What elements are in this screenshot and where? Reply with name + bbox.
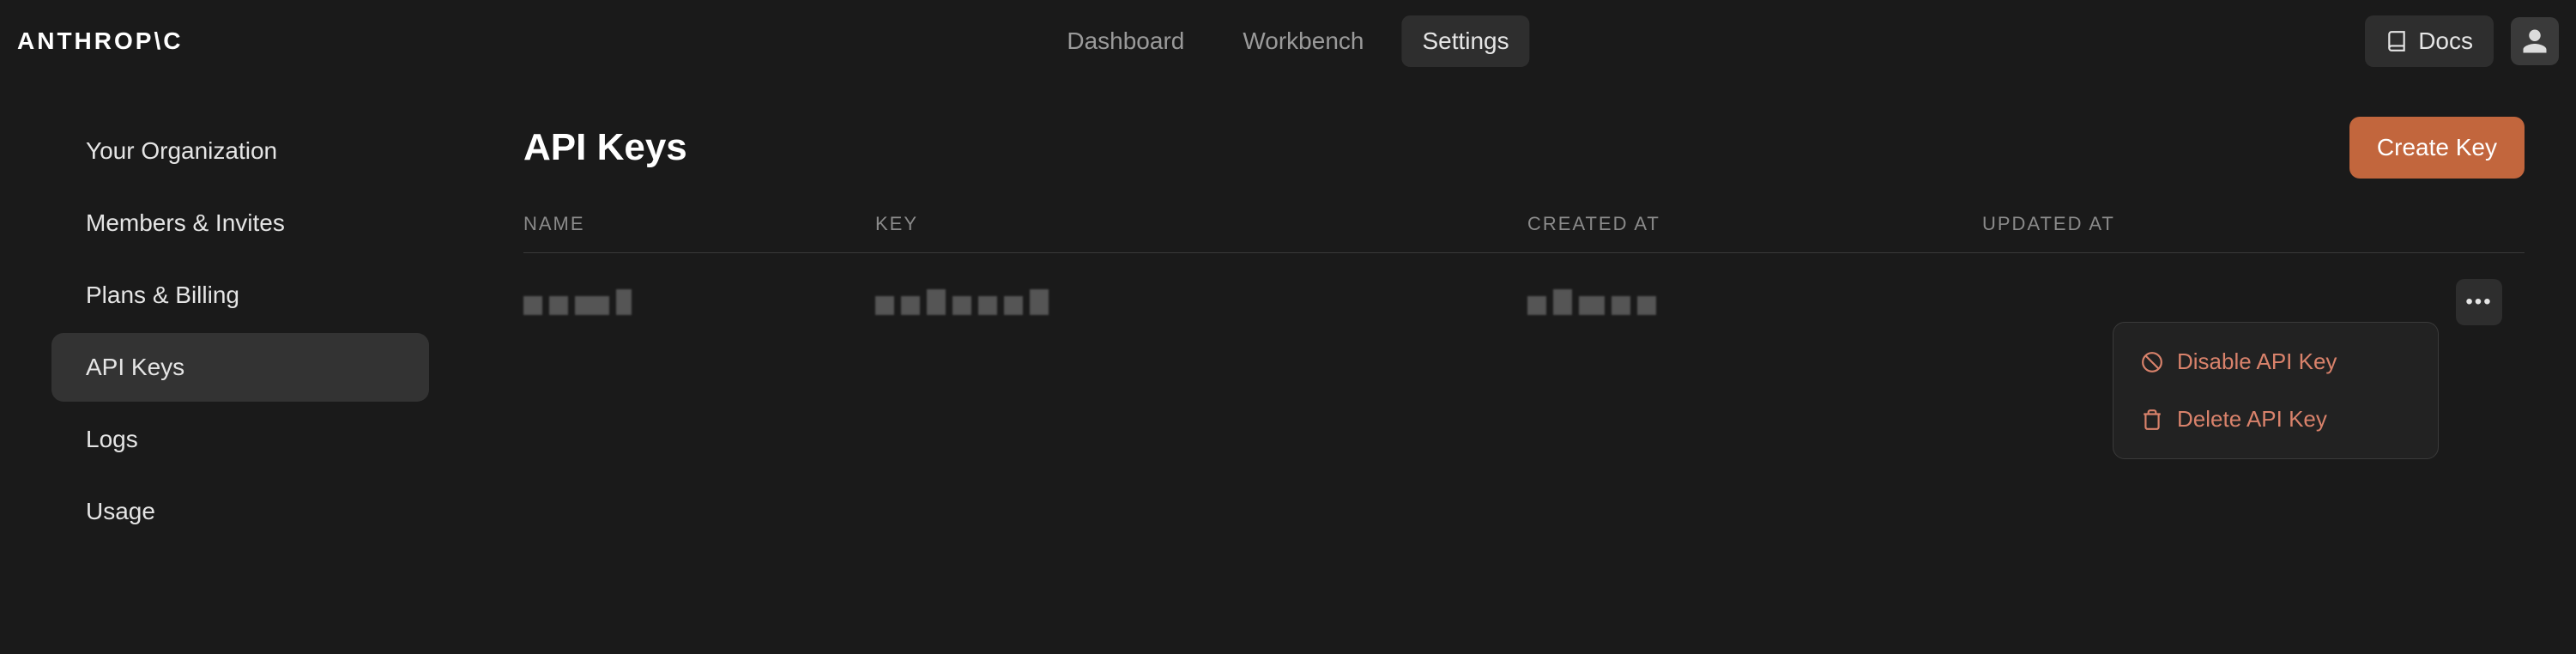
sidebar-item-billing[interactable]: Plans & Billing [51, 261, 429, 330]
col-header-created: CREATED AT [1527, 213, 1982, 235]
redacted-key [875, 289, 1527, 315]
disable-key-button[interactable]: Disable API Key [2124, 333, 2428, 391]
disable-icon [2141, 351, 2163, 373]
docs-button[interactable]: Docs [2365, 15, 2494, 67]
nav-settings[interactable]: Settings [1401, 15, 1529, 67]
row-actions-dropdown: Disable API Key Delete API Key [2113, 322, 2439, 459]
user-icon [2519, 26, 2550, 57]
create-key-button[interactable]: Create Key [2349, 117, 2525, 179]
col-header-name: NAME [523, 213, 875, 235]
table-header: NAME KEY CREATED AT UPDATED AT [523, 213, 2525, 253]
top-nav: Dashboard Workbench Settings [1046, 15, 1529, 67]
row-more-button[interactable]: ••• [2456, 279, 2502, 325]
nav-workbench[interactable]: Workbench [1222, 15, 1384, 67]
sidebar-item-logs[interactable]: Logs [51, 405, 429, 474]
sidebar-item-usage[interactable]: Usage [51, 477, 429, 546]
nav-dashboard[interactable]: Dashboard [1046, 15, 1205, 67]
trash-icon [2141, 409, 2163, 431]
sidebar-item-organization[interactable]: Your Organization [51, 117, 429, 185]
book-icon [2386, 30, 2408, 52]
docs-label: Docs [2418, 27, 2473, 55]
sidebar: Your Organization Members & Invites Plan… [51, 117, 455, 546]
delete-key-button[interactable]: Delete API Key [2124, 391, 2428, 448]
table-row: ••• Disable API Key Delete API Ke [523, 253, 2525, 351]
brand-logo: ANTHROP\C [17, 27, 183, 55]
col-header-key: KEY [875, 213, 1527, 235]
col-header-updated: UPDATED AT [1982, 213, 2456, 235]
avatar[interactable] [2511, 17, 2559, 65]
redacted-name [523, 289, 875, 315]
disable-label: Disable API Key [2177, 348, 2337, 375]
delete-label: Delete API Key [2177, 406, 2327, 433]
more-icon: ••• [2465, 290, 2492, 314]
sidebar-item-members[interactable]: Members & Invites [51, 189, 429, 257]
page-title: API Keys [523, 126, 687, 169]
sidebar-item-api-keys[interactable]: API Keys [51, 333, 429, 402]
redacted-created [1527, 289, 1982, 315]
